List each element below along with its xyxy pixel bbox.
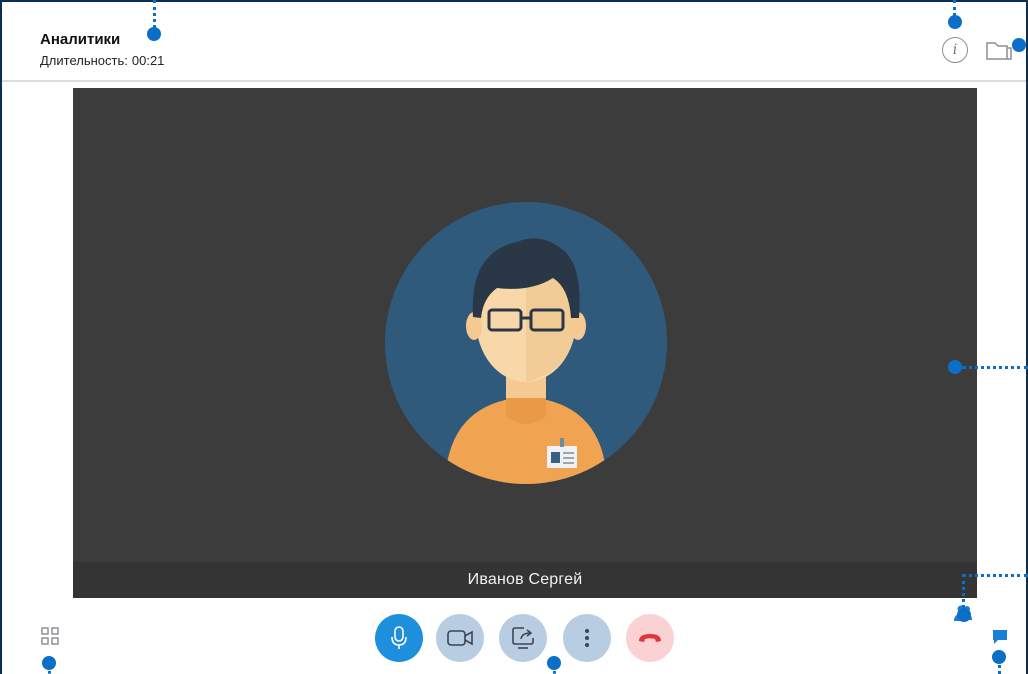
annotation-marker [948,15,962,29]
hang-up-icon [639,634,661,642]
screen-share-button[interactable] [499,614,547,662]
annotation-line [553,666,556,674]
chat-icon[interactable] [991,628,1009,646]
more-vertical-icon [585,629,589,647]
annotation-line [962,366,1028,369]
more-options-button[interactable] [563,614,611,662]
camera-button[interactable] [436,614,484,662]
duration-label: Длительность: [40,53,128,68]
folder-icon[interactable] [985,39,1013,61]
duration-value: 00:21 [131,53,165,68]
call-duration: Длительность: 00:21 [40,53,164,68]
annotation-line [998,660,1001,674]
microphone-button[interactable] [375,614,423,662]
annotation-line [962,574,965,608]
conference-title: Аналитики [40,31,121,48]
info-icon[interactable]: i [942,37,968,63]
annotation-marker [1012,38,1026,52]
annotation-marker [957,608,971,622]
participant-name-bar: Иванов Сергей [73,562,977,598]
annotation-line [48,666,51,674]
user-avatar [385,202,667,484]
participant-name: Иванов Сергей [467,571,583,588]
annotation-line [153,0,156,28]
end-call-button[interactable] [626,614,674,662]
call-toolbar [2,598,1026,674]
annotation-line [962,574,1028,577]
grid-layout-icon[interactable] [40,626,60,646]
video-camera-icon [447,630,473,646]
annotation-line [953,0,956,16]
microphone-icon [391,626,407,649]
screen-share-icon [512,627,534,649]
video-tile[interactable]: Иванов Сергей [73,88,977,598]
annotation-marker [948,360,962,374]
annotation-marker [147,27,161,41]
